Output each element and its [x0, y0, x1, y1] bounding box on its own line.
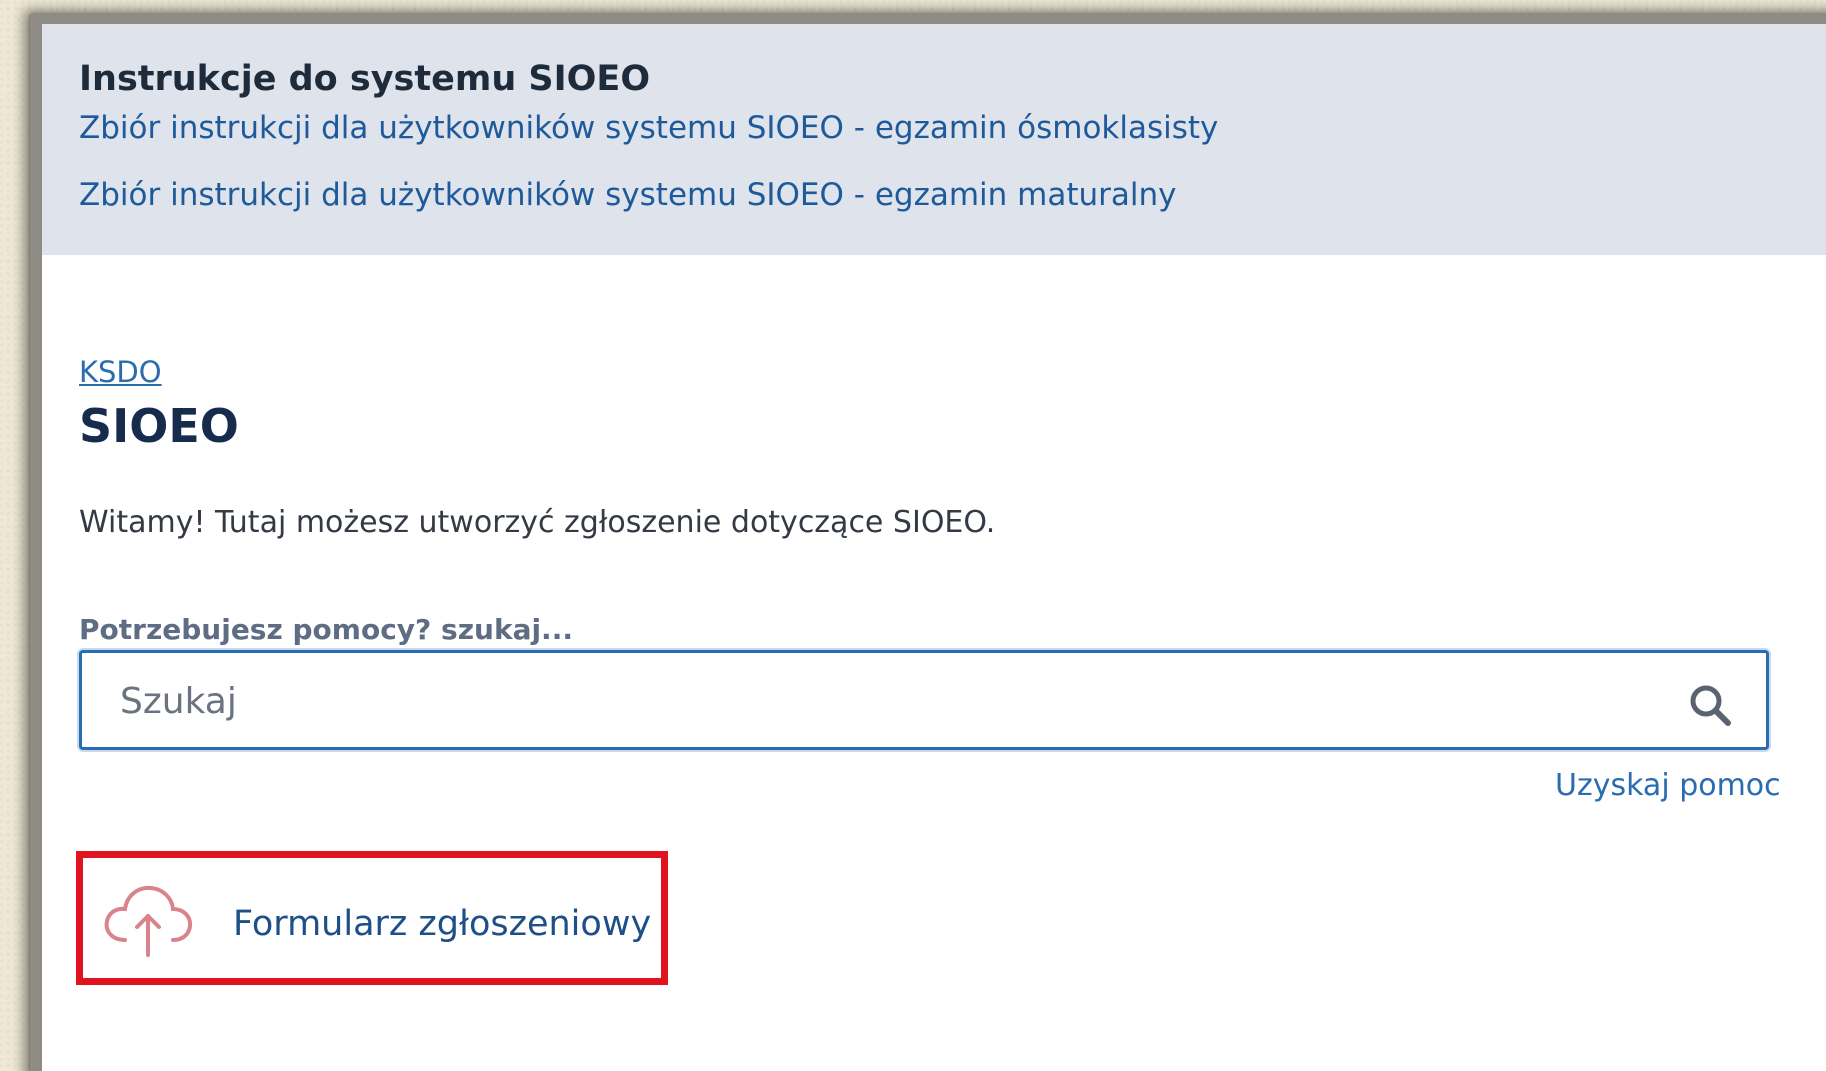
- cloud-upload-icon: [104, 885, 193, 957]
- page-title: SIOEO: [79, 399, 239, 453]
- banner-title: Instrukcje do systemu SIOEO: [79, 59, 651, 99]
- request-form-card[interactable]: Formularz zgłoszeniowy: [76, 851, 668, 985]
- search-input[interactable]: [120, 676, 1620, 726]
- instructions-link-matura[interactable]: Zbiór instrukcji dla użytkowników system…: [79, 177, 1826, 214]
- request-form-label: Formularz zgłoszeniowy: [233, 904, 652, 944]
- welcome-text: Witamy! Tutaj możesz utworzyć zgłoszenie…: [79, 505, 996, 540]
- search-icon[interactable]: [1688, 683, 1732, 727]
- instructions-link-eighth-grade[interactable]: Zbiór instrukcji dla użytkowników system…: [79, 110, 1826, 147]
- announcement-banner: Instrukcje do systemu SIOEO Zbiór instru…: [42, 24, 1826, 255]
- portal-page: Instrukcje do systemu SIOEO Zbiór instru…: [30, 14, 1826, 1071]
- breadcrumb-ksdo[interactable]: KSDO: [79, 355, 162, 389]
- search-box: [79, 650, 1769, 750]
- search-label: Potrzebujesz pomocy? szukaj...: [79, 613, 573, 646]
- get-help-link[interactable]: Uzyskaj pomoc: [1555, 768, 1781, 803]
